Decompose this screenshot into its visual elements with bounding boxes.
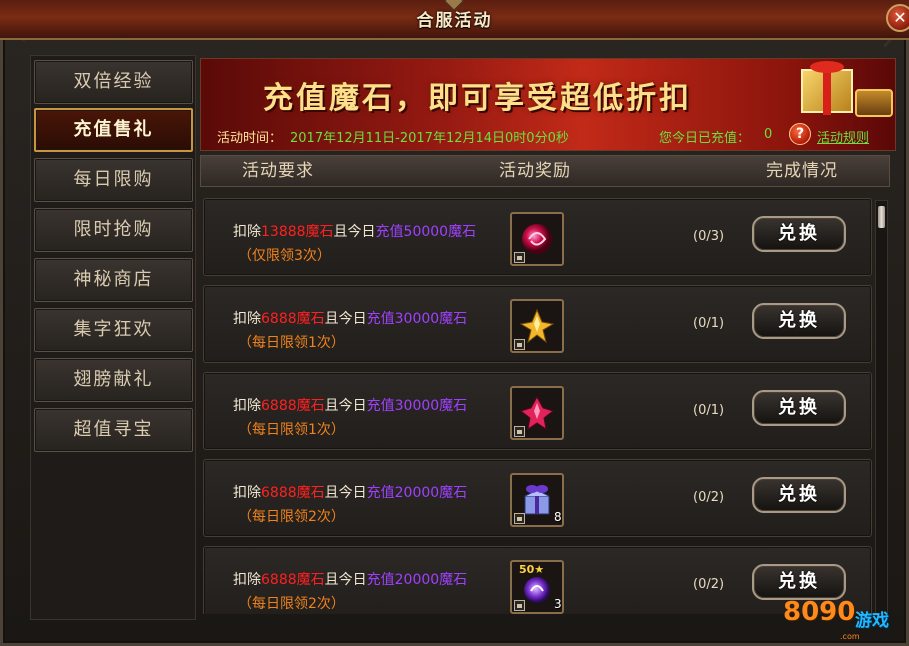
reward-slot[interactable]: 50★ 3 (510, 560, 564, 614)
deduct-value: 6888魔石 (261, 311, 325, 327)
charge-value: 充值20000魔石 (366, 485, 468, 501)
lock-icon (514, 513, 525, 524)
level-badge: 50★ (519, 563, 545, 576)
header-requirement: 活动要求 (242, 161, 314, 181)
progress-count: (0/1) (693, 403, 725, 418)
close-button[interactable]: ✕ (886, 4, 909, 32)
table-row: 扣除6888魔石且今日充值20000魔石 （每日限领2次） 50★ 3 (0/2… (203, 546, 872, 614)
table-row: 扣除6888魔石且今日充值30000魔石 （每日限领1次） (0/1) 兑换 (203, 372, 872, 450)
exchange-button[interactable]: 兑换 (752, 303, 846, 339)
reward-slot[interactable] (510, 386, 564, 440)
sidebar-item-recharge-gift[interactable]: 充值售礼 (34, 108, 193, 152)
claim-limit: （仅限领3次） (238, 248, 331, 264)
charge-value: 充值50000魔石 (375, 224, 477, 240)
progress-count: (0/2) (693, 577, 725, 592)
header-status: 完成情况 (766, 161, 838, 181)
reward-slot[interactable] (510, 212, 564, 266)
charge-value: 充值30000魔石 (366, 311, 468, 327)
watermark-domain: .com (840, 632, 860, 641)
requirement-text: 扣除6888魔石且今日充值30000魔石 (233, 311, 468, 327)
requirement-text: 扣除6888魔石且今日充值20000魔石 (233, 485, 468, 501)
claim-limit: （每日限领1次） (238, 422, 345, 438)
sidebar-item-flash-sale[interactable]: 限时抢购 (34, 208, 193, 252)
exchange-button[interactable]: 兑换 (752, 216, 846, 252)
table-row: 扣除6888魔石且今日充值30000魔石 （每日限领1次） (0/1) 兑换 (203, 285, 872, 363)
sidebar-item-word-collect[interactable]: 集字狂欢 (34, 308, 193, 352)
treasure-chest-icon (855, 89, 893, 117)
recharged-today-label: 您今日已充值： (659, 131, 751, 146)
table-header: 活动要求 活动奖励 完成情况 (200, 155, 890, 187)
lock-icon (514, 600, 525, 611)
question-icon[interactable]: ? (789, 123, 811, 145)
table-row: 扣除13888魔石且今日充值50000魔石 （仅限领3次） (0/3) 兑换 (203, 198, 872, 276)
requirement-text: 扣除6888魔石且今日充值20000魔石 (233, 572, 468, 588)
gift-bow-icon (810, 61, 844, 73)
lock-icon (514, 252, 525, 263)
window-title: 合服活动 (416, 11, 493, 31)
watermark-text: 游戏 (855, 611, 889, 631)
exchange-button[interactable]: 兑换 (752, 477, 846, 513)
watermark-logo: 8090 (783, 597, 856, 627)
exchange-button[interactable]: 兑换 (752, 390, 846, 426)
scrollbar-thumb[interactable] (878, 206, 885, 228)
recharged-today-value: 0 (764, 127, 773, 142)
title-bar: 合服活动 (0, 0, 909, 40)
sidebar-item-wing-gift[interactable]: 翅膀献礼 (34, 358, 193, 402)
charge-value: 充值20000魔石 (366, 572, 468, 588)
header-reward: 活动奖励 (499, 161, 571, 181)
event-time-value: 2017年12月11日-2017年12月14日0时0分0秒 (290, 131, 569, 146)
sidebar-item-treasure-hunt[interactable]: 超值寻宝 (34, 408, 193, 452)
claim-limit: （每日限领2次） (238, 596, 345, 612)
sidebar-item-mystery-shop[interactable]: 神秘商店 (34, 258, 193, 302)
deduct-value: 13888魔石 (261, 224, 334, 240)
banner-slogan: 充值魔石，即可享受超低折扣 (263, 81, 692, 116)
requirement-text: 扣除6888魔石且今日充值30000魔石 (233, 398, 468, 414)
requirement-text: 扣除13888魔石且今日充值50000魔石 (233, 224, 477, 240)
reward-slot[interactable]: 8 (510, 473, 564, 527)
progress-count: (0/2) (693, 490, 725, 505)
sidebar-item-double-exp[interactable]: 双倍经验 (34, 60, 193, 104)
event-time-label: 活动时间： (217, 131, 283, 146)
sidebar: 双倍经验 充值售礼 每日限购 限时抢购 神秘商店 集字狂欢 翅膀献礼 超值寻宝 (30, 55, 196, 620)
charge-value: 充值30000魔石 (366, 398, 468, 414)
reward-slot[interactable] (510, 299, 564, 353)
table-row: 扣除6888魔石且今日充值20000魔石 （每日限领2次） 8 (0/2) 兑换 (203, 459, 872, 537)
claim-limit: （每日限领2次） (238, 509, 345, 525)
sidebar-item-daily-limited[interactable]: 每日限购 (34, 158, 193, 202)
lock-icon (514, 426, 525, 437)
claim-limit: （每日限领1次） (238, 335, 345, 351)
progress-count: (0/3) (693, 229, 725, 244)
scrollbar[interactable] (875, 200, 888, 614)
event-banner: 充值魔石，即可享受超低折扣 活动时间： 2017年12月11日-2017年12月… (200, 58, 896, 151)
item-count: 8 (554, 510, 562, 524)
progress-count: (0/1) (693, 316, 725, 331)
item-count: 3 (554, 597, 562, 611)
deduct-value: 6888魔石 (261, 485, 325, 501)
lock-icon (514, 339, 525, 350)
deduct-value: 6888魔石 (261, 572, 325, 588)
rules-link[interactable]: 活动规则 (817, 127, 869, 146)
reward-list: 扣除13888魔石且今日充值50000魔石 （仅限领3次） (0/3) 兑换 扣… (200, 193, 872, 614)
exchange-button[interactable]: 兑换 (752, 564, 846, 600)
deduct-value: 6888魔石 (261, 398, 325, 414)
